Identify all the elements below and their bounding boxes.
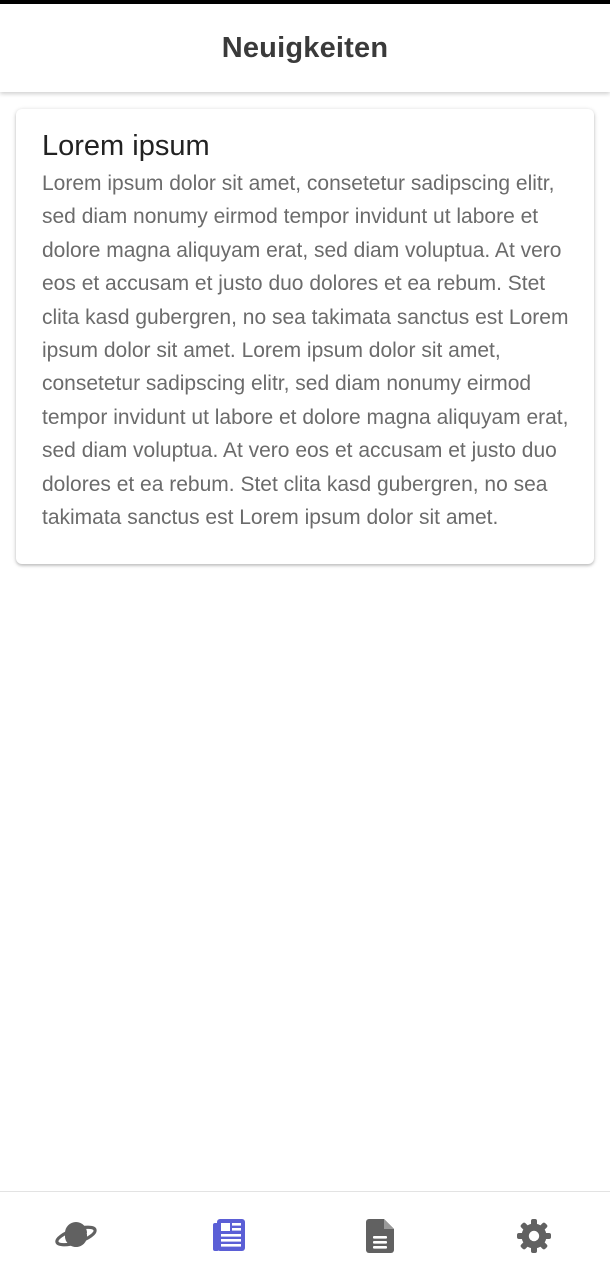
- news-card-title: Lorem ipsum: [42, 130, 210, 162]
- app-screen: Neuigkeiten Lorem ipsum Lorem ipsum dolo…: [0, 0, 610, 1280]
- app-bar: Neuigkeiten: [0, 4, 610, 92]
- page-title: Neuigkeiten: [221, 31, 389, 64]
- news-feed: Lorem ipsum Lorem ipsum dolor sit amet, …: [0, 92, 610, 1190]
- planet-icon: [54, 1219, 98, 1253]
- newspaper-icon: [210, 1218, 248, 1254]
- nav-item-settings[interactable]: [458, 1192, 610, 1280]
- nav-item-planet[interactable]: [0, 1192, 152, 1280]
- nav-item-news[interactable]: [153, 1192, 305, 1280]
- news-card-body: Lorem ipsum dolor sit amet, consetetur s…: [42, 172, 569, 530]
- bottom-navigation: [0, 1191, 610, 1280]
- news-card[interactable]: Lorem ipsum Lorem ipsum dolor sit amet, …: [16, 109, 594, 565]
- document-icon: [366, 1218, 396, 1254]
- nav-item-documents[interactable]: [305, 1192, 457, 1280]
- gear-icon: [516, 1218, 552, 1254]
